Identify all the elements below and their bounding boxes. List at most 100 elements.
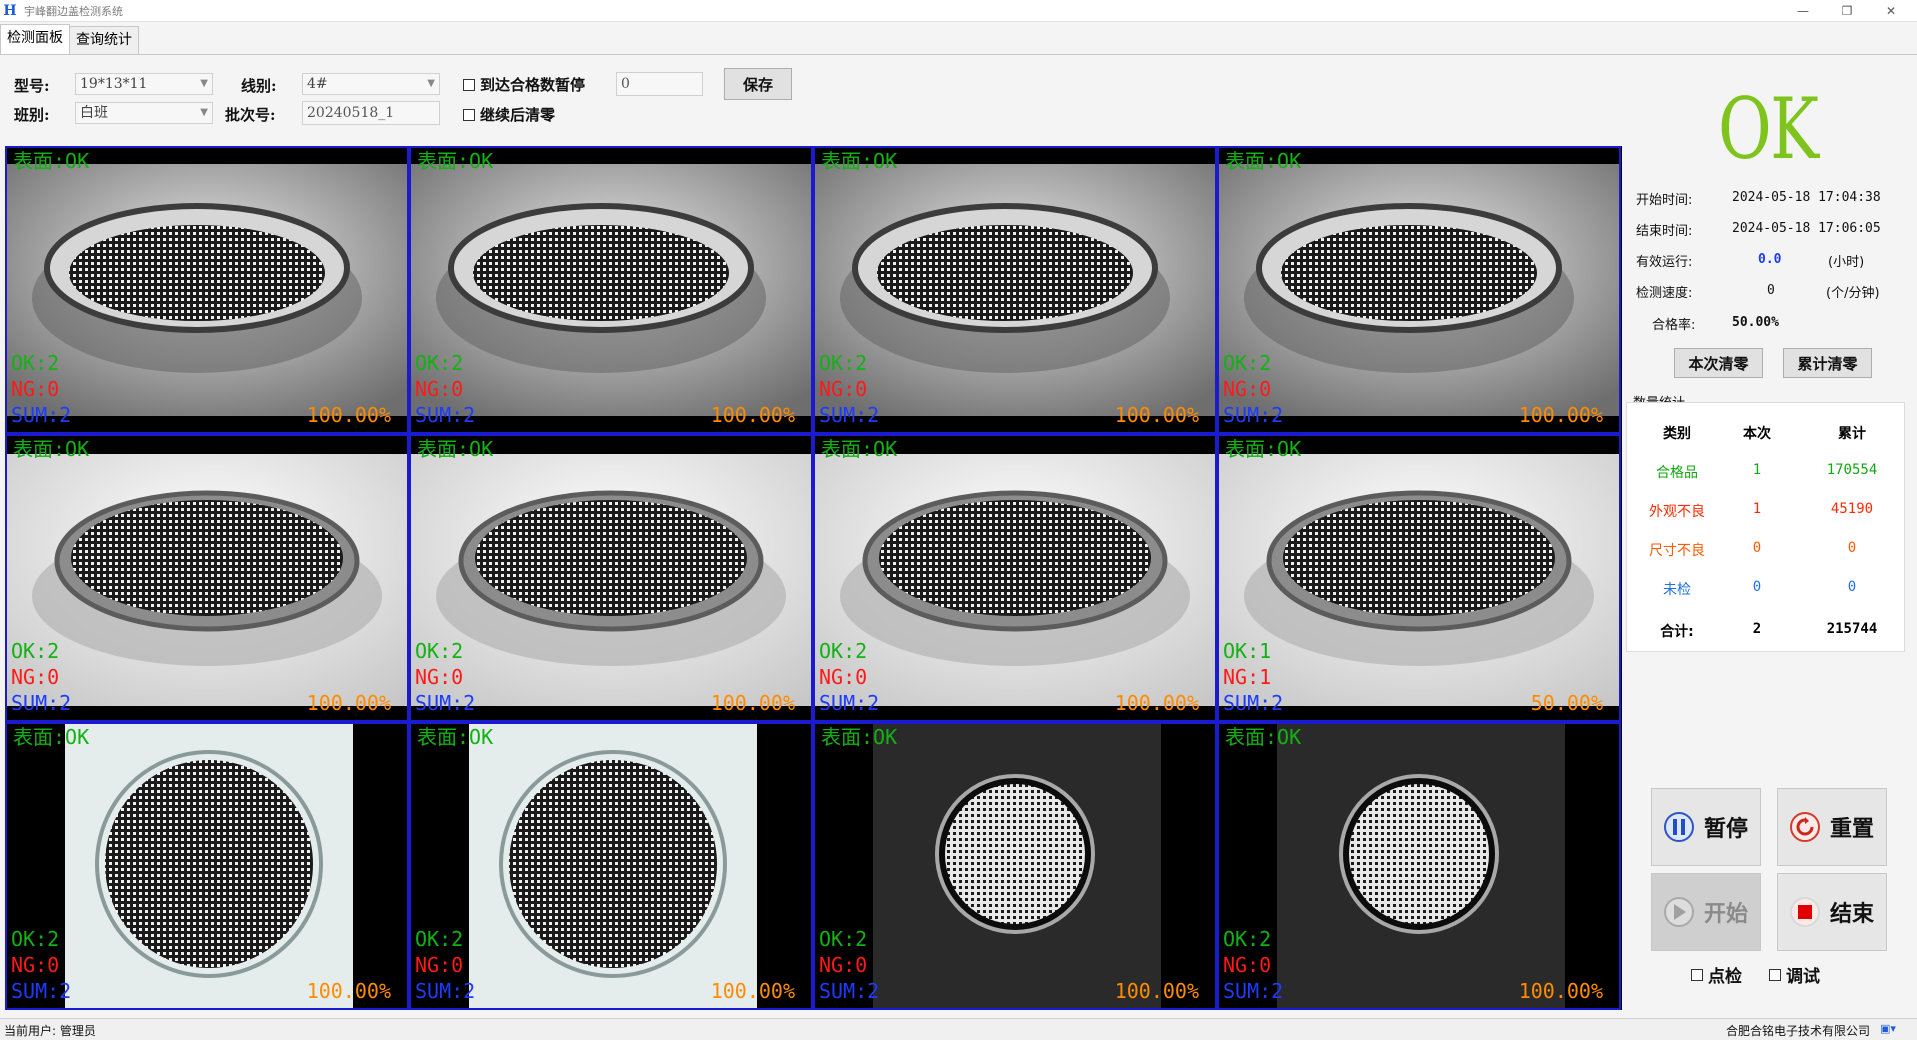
batch-input[interactable]: 20240518_1: [302, 101, 440, 125]
camera-sum-count: SUM:2: [415, 691, 476, 715]
stats-row-appearance-category: 外观不良: [1649, 504, 1705, 520]
pause-button[interactable]: 暂停: [1651, 788, 1761, 866]
stats-row-unchecked-category: 未检: [1663, 582, 1691, 598]
model-label: 型号:: [14, 77, 50, 95]
debug-label: 调试: [1786, 967, 1820, 987]
shift-select[interactable]: 白班 ▼: [75, 102, 213, 124]
title-bar: H 宇峰翻边盖检测系统 — ❐ ✕: [0, 0, 1917, 22]
tab-inspection-panel[interactable]: 检测面板: [0, 24, 70, 54]
camera-pass-rate: 100.00%: [1114, 403, 1199, 427]
checkbox-icon: [463, 108, 475, 121]
spot-check-checkbox[interactable]: 点检: [1691, 962, 1742, 987]
restore-button[interactable]: ❐: [1825, 0, 1869, 22]
camera-sum-count: SUM:2: [415, 403, 476, 427]
runtime-label: 有效运行:: [1636, 255, 1693, 270]
camera-pass-rate: 100.00%: [710, 403, 795, 427]
camera-view-1: 表面:OK OK:2 NG:0 SUM:2 100.00%: [5, 146, 409, 434]
camera-ok-count: OK:2: [819, 639, 868, 663]
start-time-value: 2024-05-18 17:04:38: [1732, 190, 1881, 205]
stats-sum-label: 合计:: [1660, 624, 1694, 640]
camera-status-title: 表面:OK: [417, 149, 494, 173]
camera-pass-rate: 100.00%: [306, 691, 391, 715]
camera-grid: 表面:OK OK:2 NG:0 SUM:2 100.00% 表面:OK OK:2 NG:0 SU…: [5, 146, 1622, 1010]
camera-status-title: 表面:OK: [13, 437, 90, 461]
tab-query-statistics[interactable]: 查询统计: [69, 26, 139, 54]
camera-view-6: 表面:OK OK:2 NG:0 SUM:2 100.00%: [409, 434, 813, 722]
model-select[interactable]: 19*13*11 ▼: [75, 73, 213, 95]
camera-image: [815, 164, 1215, 432]
clear-after-continue-checkbox[interactable]: 继续后清零: [463, 104, 555, 125]
close-button[interactable]: ✕: [1869, 0, 1913, 22]
camera-status-title: 表面:OK: [1225, 725, 1302, 749]
camera-ng-count: NG:0: [415, 953, 464, 977]
pause-count-input[interactable]: 0: [616, 72, 703, 96]
camera-status-title: 表面:OK: [13, 725, 90, 749]
start-label: 开始: [1703, 901, 1748, 927]
reset-button[interactable]: 重置: [1777, 788, 1887, 866]
line-select[interactable]: 4# ▼: [302, 73, 440, 95]
camera-ok-count: OK:2: [1223, 351, 1272, 375]
camera-ok-count: OK:2: [415, 351, 464, 375]
debug-checkbox[interactable]: 调试: [1769, 962, 1820, 987]
camera-ok-count: OK:2: [1223, 927, 1272, 951]
minimize-button[interactable]: —: [1781, 0, 1825, 22]
camera-image: [411, 436, 811, 720]
camera-ok-count: OK:2: [11, 351, 60, 375]
save-button[interactable]: 保存: [724, 68, 792, 100]
app-window: H 宇峰翻边盖检测系统 — ❐ ✕ 检测面板 查询统计 型号: 19*13*11…: [0, 0, 1917, 1040]
current-user: 当前用户: 管理员: [4, 1024, 96, 1038]
stats-header-category: 类别: [1663, 426, 1691, 442]
result-status: OK: [1718, 80, 1819, 178]
camera-view-9: 表面:OK OK:2 NG:0 SUM:2 100.00%: [5, 722, 409, 1010]
clear-current-button[interactable]: 本次清零: [1674, 348, 1763, 378]
network-icon: ▣▾: [1880, 1022, 1896, 1035]
camera-image: [1219, 436, 1619, 720]
camera-view-12: 表面:OK OK:2 NG:0 SUM:2 100.00%: [1217, 722, 1621, 1010]
camera-status-title: 表面:OK: [821, 149, 898, 173]
camera-pass-rate: 100.00%: [710, 691, 795, 715]
camera-ng-count: NG:0: [11, 953, 60, 977]
stop-button[interactable]: 结束: [1777, 873, 1887, 951]
stats-row-ok-current: 1: [1752, 462, 1762, 478]
camera-status-title: 表面:OK: [1225, 437, 1302, 461]
camera-image: [411, 164, 811, 432]
camera-view-8: 表面:OK OK:1 NG:1 SUM:2 50.00%: [1217, 434, 1621, 722]
stats-header-current: 本次: [1743, 426, 1771, 442]
camera-sum-count: SUM:2: [1223, 979, 1284, 1003]
camera-status-title: 表面:OK: [417, 725, 494, 749]
stats-row-ok-category: 合格品: [1656, 465, 1698, 481]
camera-ng-count: NG:0: [415, 377, 464, 401]
camera-image: [1277, 724, 1565, 1008]
tab-bar: 检测面板 查询统计: [0, 24, 139, 54]
camera-ok-count: OK:2: [819, 351, 868, 375]
camera-pass-rate: 100.00%: [1518, 403, 1603, 427]
end-time-label: 结束时间:: [1636, 224, 1693, 239]
camera-sum-count: SUM:2: [819, 691, 880, 715]
window-title: 宇峰翻边盖检测系统: [24, 4, 123, 18]
camera-pass-rate: 100.00%: [1114, 979, 1199, 1003]
start-button[interactable]: 开始: [1651, 873, 1761, 951]
chevron-down-icon: ▼: [200, 107, 208, 118]
checkbox-icon: [1769, 968, 1781, 981]
speed-unit: (个/分钟): [1826, 286, 1880, 301]
stats-sum-total: 215744: [1826, 621, 1878, 637]
chevron-down-icon: ▼: [427, 78, 435, 89]
start-time-label: 开始时间:: [1636, 193, 1693, 208]
camera-pass-rate: 50.00%: [1530, 691, 1603, 715]
camera-sum-count: SUM:2: [819, 979, 880, 1003]
pause-on-count-checkbox[interactable]: 到达合格数暂停: [463, 74, 585, 95]
stats-row-size-category: 尺寸不良: [1649, 543, 1705, 559]
camera-ng-count: NG:0: [819, 953, 868, 977]
clear-total-button[interactable]: 累计清零: [1783, 348, 1872, 378]
tab-divider: [0, 54, 1917, 55]
stats-header-total: 累计: [1838, 426, 1866, 442]
camera-view-2: 表面:OK OK:2 NG:0 SUM:2 100.00%: [409, 146, 813, 434]
batch-label: 批次号:: [225, 106, 276, 124]
line-select-value: 4#: [307, 76, 328, 92]
camera-status-title: 表面:OK: [13, 149, 90, 173]
camera-ng-count: NG:0: [415, 665, 464, 689]
camera-sum-count: SUM:2: [11, 691, 72, 715]
camera-ok-count: OK:2: [415, 639, 464, 663]
shift-select-value: 白班: [80, 105, 108, 121]
stop-label: 结束: [1829, 901, 1874, 927]
